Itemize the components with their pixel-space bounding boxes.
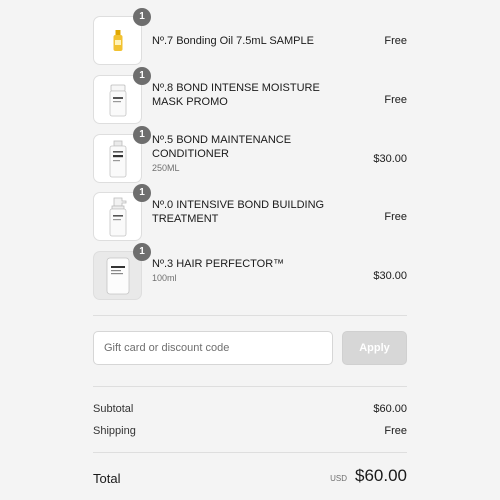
total-label: Total [93, 471, 121, 486]
line-item: 1 Nº.8 BOND INTENSE MOISTURE MASK PROMO … [93, 67, 407, 125]
product-variant: 250ML [152, 163, 180, 173]
shipping-value: Free [384, 425, 407, 437]
divider [93, 315, 407, 316]
total-value-group: USD $60.00 [330, 466, 407, 486]
quantity-badge: 1 [133, 243, 151, 261]
product-price: $30.00 [373, 153, 407, 165]
divider [93, 452, 407, 453]
product-price: Free [384, 35, 407, 47]
currency-code: USD [330, 474, 347, 483]
mask-jar-icon [108, 83, 128, 117]
quantity-badge: 1 [133, 126, 151, 144]
divider [93, 386, 407, 387]
product-price: Free [384, 94, 407, 106]
discount-code-input[interactable] [93, 331, 333, 365]
oil-bottle-icon [112, 29, 124, 52]
line-item: 1 Nº.3 HAIR PERFECTOR™ 100ml $30.00 [93, 243, 407, 301]
shipping-label: Shipping [93, 425, 136, 437]
quantity-badge: 1 [133, 184, 151, 202]
subtotal-label: Subtotal [93, 403, 134, 415]
product-name: Nº.5 BOND MAINTENANCE CONDITIONER [152, 134, 292, 160]
apply-discount-button[interactable]: Apply [342, 331, 407, 365]
subtotal-value: $60.00 [373, 403, 407, 415]
spray-bottle-icon [107, 197, 129, 237]
shipping-row: Shipping Free [93, 425, 407, 437]
quantity-badge: 1 [133, 8, 151, 26]
conditioner-bottle-icon [108, 140, 128, 178]
line-item: 1 Nº.5 BOND MAINTENANCE CONDITIONER 250M… [93, 126, 407, 184]
product-name: Nº.0 INTENSIVE BOND BUILDING TREATMENT [152, 199, 325, 225]
line-item: 1 Nº.0 INTENSIVE BOND BUILDING TREATMENT… [93, 184, 407, 242]
subtotal-row: Subtotal $60.00 [93, 403, 407, 415]
order-summary: 1 Nº.7 Bonding Oil 7.5mL SAMPLE Free 1 N… [93, 0, 407, 500]
product-price: $30.00 [373, 270, 407, 282]
quantity-badge: 1 [133, 67, 151, 85]
total-amount: $60.00 [355, 466, 407, 485]
product-name: Nº.8 BOND INTENSE MOISTURE MASK PROMO [152, 82, 320, 108]
tube-icon [103, 256, 133, 296]
product-variant: 100ml [152, 273, 177, 283]
product-price: Free [384, 211, 407, 223]
product-name: Nº.3 HAIR PERFECTOR™ [152, 258, 285, 270]
product-name: Nº.7 Bonding Oil 7.5mL SAMPLE [152, 35, 314, 47]
line-item: 1 Nº.7 Bonding Oil 7.5mL SAMPLE Free [93, 8, 407, 66]
